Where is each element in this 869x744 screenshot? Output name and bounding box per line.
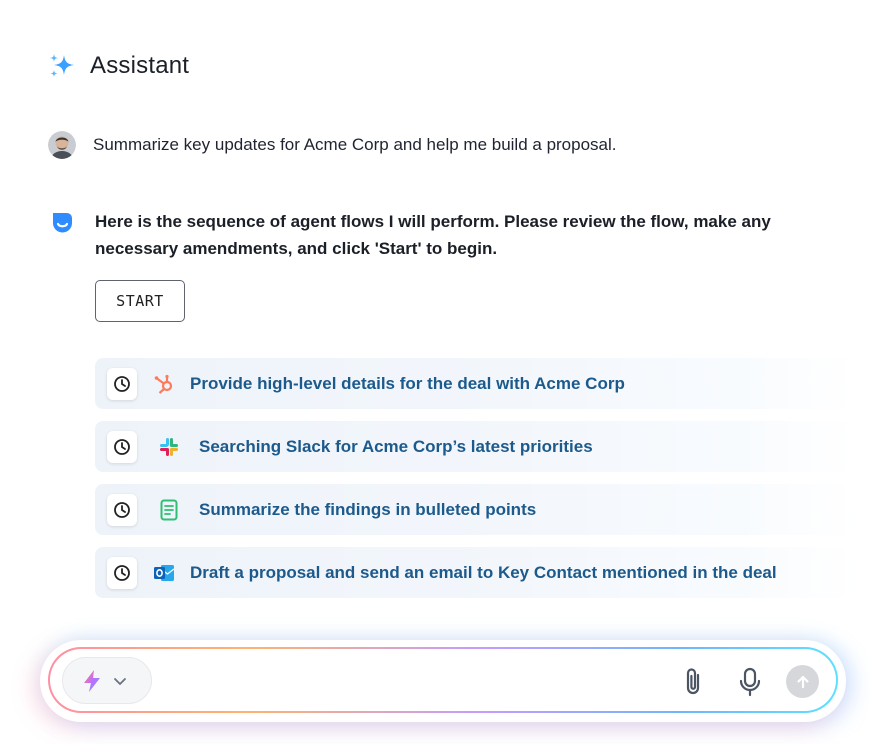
page-title: Assistant [90, 52, 190, 79]
flow-label: Summarize the findings in bulleted point… [199, 499, 537, 519]
flow-label: Searching Slack for Acme Corp’s latest p… [199, 436, 593, 456]
send-button[interactable] [786, 665, 819, 698]
flow-item[interactable]: Summarize the findings in bulleted point… [95, 484, 855, 535]
sparkle-icon [50, 54, 74, 77]
document-icon [157, 498, 181, 522]
user-message: Summarize key updates for Acme Corp and … [48, 131, 617, 159]
assistant-logo-icon [53, 213, 72, 233]
chat-input-bar[interactable] [48, 647, 838, 713]
flow-item[interactable]: Provide high-level details for the deal … [95, 358, 855, 409]
pending-clock-icon [107, 430, 137, 463]
flow-label: Provide high-level details for the deal … [190, 373, 625, 393]
pending-clock-icon [107, 367, 137, 400]
user-message-text: Summarize key updates for Acme Corp and … [93, 135, 617, 154]
assistant-header: Assistant [48, 50, 189, 82]
pending-clock-icon [107, 493, 137, 526]
agent-flow-list: Provide high-level details for the deal … [95, 358, 855, 610]
flow-label: Draft a proposal and send an email to Ke… [190, 562, 777, 582]
user-avatar [48, 131, 76, 159]
microphone-icon[interactable] [738, 667, 762, 697]
paperclip-icon[interactable] [683, 667, 705, 697]
lightning-icon [84, 669, 100, 692]
flow-item[interactable]: Searching Slack for Acme Corp’s latest p… [95, 421, 855, 472]
chevron-down-icon [114, 677, 126, 685]
slack-icon [157, 435, 181, 459]
assistant-message-text: Here is the sequence of agent flows I wi… [95, 212, 771, 258]
outlook-icon [152, 561, 176, 585]
chat-input[interactable] [50, 649, 836, 711]
pending-clock-icon [107, 556, 137, 589]
flow-item[interactable]: Draft a proposal and send an email to Ke… [95, 547, 855, 598]
mode-selector[interactable] [62, 657, 152, 704]
arrow-up-icon [796, 675, 809, 688]
hubspot-icon [152, 372, 176, 396]
start-button[interactable]: START [95, 280, 185, 322]
